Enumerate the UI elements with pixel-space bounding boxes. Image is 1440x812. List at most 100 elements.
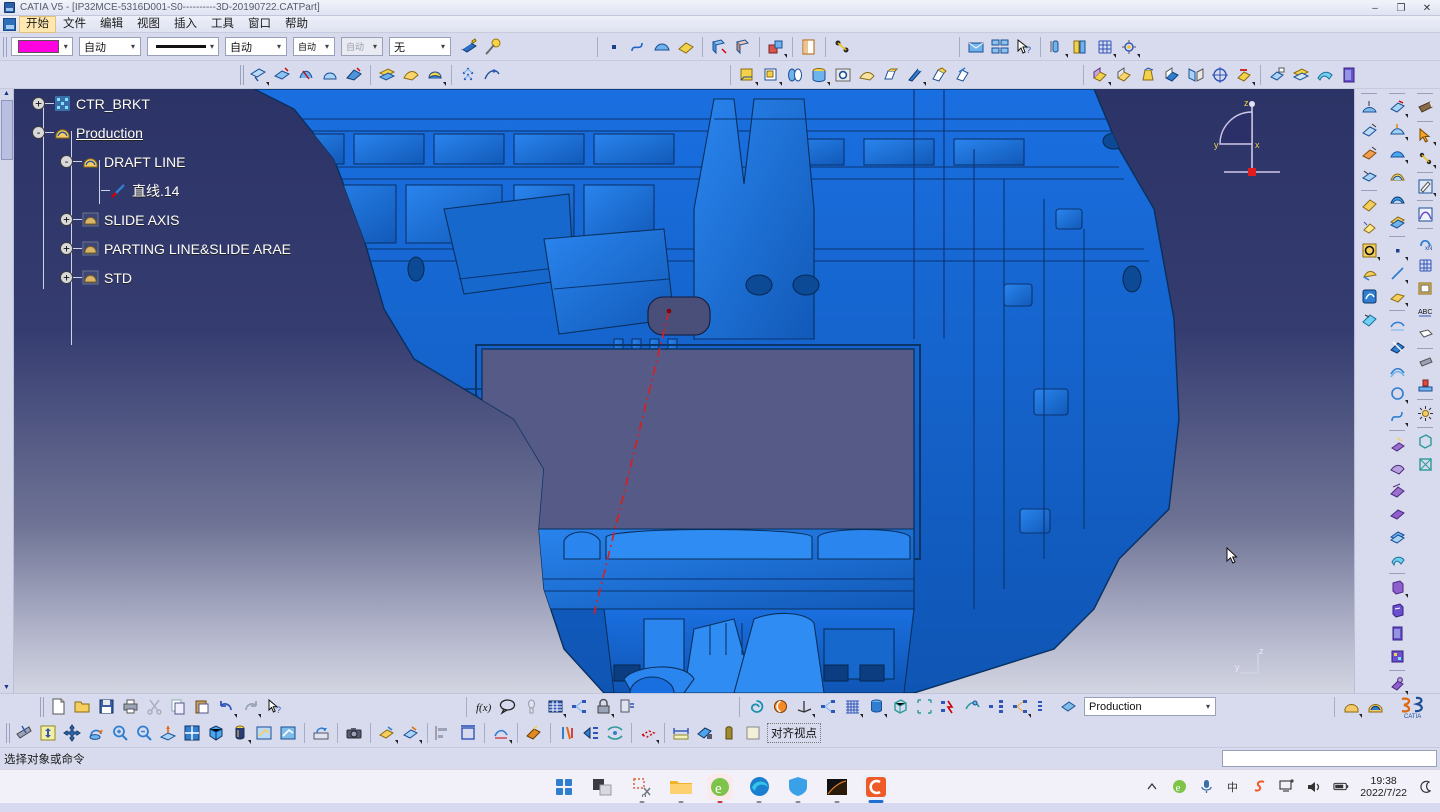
tree-item-draft-line[interactable]: - DRAFT LINE <box>60 147 291 176</box>
smooth-curve-icon[interactable] <box>423 63 447 87</box>
grid-3-icon[interactable] <box>840 695 864 719</box>
point-symbol-combo[interactable]: 自动 ▾ <box>293 37 335 56</box>
point-icon[interactable] <box>1385 239 1409 262</box>
knowledge-inspector-icon[interactable] <box>567 695 591 719</box>
grid-2-icon[interactable] <box>1413 254 1437 277</box>
paint-layers-icon[interactable] <box>457 35 481 59</box>
sketch-analysis-icon[interactable] <box>489 721 513 745</box>
toolbar-grip[interactable] <box>6 723 10 743</box>
sweep-icon[interactable] <box>1385 96 1409 119</box>
iso-view-2-icon[interactable] <box>204 721 228 745</box>
view-mode-icon[interactable] <box>1069 35 1093 59</box>
menu-item-edit[interactable]: 编辑 <box>93 16 130 33</box>
intersection-icon[interactable] <box>1385 336 1409 359</box>
sketch-icon[interactable] <box>707 35 731 59</box>
layer-combo[interactable]: 无 ▾ <box>389 37 451 56</box>
fill-icon[interactable] <box>1357 216 1381 239</box>
apply-material-4-icon[interactable] <box>375 721 399 745</box>
menu-item-tools[interactable]: 工具 <box>204 16 241 33</box>
3d-viewport[interactable]: + CTR_BRKT - Production - DRAFT LINE 直线.… <box>14 89 1354 693</box>
expander-icon[interactable]: + <box>60 271 73 284</box>
catalog-icon[interactable] <box>797 35 821 59</box>
apply-material-icon[interactable] <box>830 35 854 59</box>
taskbar-clock[interactable]: 19:38 2022/7/22 <box>1360 775 1407 799</box>
draft-direction-icon[interactable] <box>1357 262 1381 285</box>
compass[interactable]: z y x <box>1210 94 1288 194</box>
measure-item-icon[interactable] <box>764 35 788 59</box>
tree-item-ctr-brkt[interactable]: + CTR_BRKT <box>32 89 291 118</box>
close-button[interactable]: ✕ <box>1414 0 1440 16</box>
rotate-icon[interactable] <box>84 721 108 745</box>
volume-icon[interactable] <box>1306 779 1322 795</box>
line-icon[interactable] <box>1385 262 1409 285</box>
scroll-up-arrow[interactable]: ▲ <box>1 89 13 99</box>
trim-icon[interactable] <box>294 63 318 87</box>
thickness-icon[interactable] <box>1232 63 1256 87</box>
workbench-icon[interactable] <box>1056 695 1080 719</box>
tree-item-parting-line-slide-area[interactable]: + PARTING LINE&SLIDE ARAE <box>60 234 291 263</box>
formula-icon[interactable]: f(x) <box>471 695 495 719</box>
blend-icon[interactable] <box>1313 63 1337 87</box>
copy-icon[interactable] <box>166 695 190 719</box>
develop-icon[interactable] <box>1357 165 1381 188</box>
pad-2-icon[interactable] <box>1385 576 1409 599</box>
snap-icon[interactable] <box>1117 35 1141 59</box>
open-document-icon[interactable] <box>70 695 94 719</box>
cylinder-icon[interactable] <box>864 695 888 719</box>
snipping-tool-button[interactable] <box>629 774 655 803</box>
tree-item-std[interactable]: + STD <box>60 263 291 292</box>
kinematics-icon[interactable] <box>1385 673 1409 696</box>
shaft-icon[interactable] <box>783 63 807 87</box>
wireframe-axis-icon[interactable]: xN <box>1413 231 1437 254</box>
maximize-button[interactable]: ❐ <box>1388 0 1414 16</box>
view-section-icon[interactable] <box>1413 453 1437 476</box>
tree-item-slide-axis[interactable]: + SLIDE AXIS <box>60 205 291 234</box>
linetype-combo[interactable]: ▾ <box>147 37 219 56</box>
sketch-tracer-icon[interactable] <box>1413 175 1437 198</box>
battery-icon[interactable] <box>1333 779 1349 795</box>
tree-vertical-scrollbar[interactable]: ▲ ▼ <box>0 89 14 693</box>
microphone-icon[interactable] <box>1198 779 1214 795</box>
menu-item-insert[interactable]: 插入 <box>167 16 204 33</box>
chamfer-icon[interactable] <box>1112 63 1136 87</box>
text-annotation-icon[interactable]: ABC <box>1413 300 1437 323</box>
ime-chinese-icon[interactable]: 中 <box>1225 779 1241 795</box>
paste-special-icon[interactable] <box>1413 351 1437 374</box>
adaptive-sweep-icon[interactable] <box>1385 119 1409 142</box>
iso-view-icon[interactable] <box>1413 430 1437 453</box>
toolbar-grip[interactable] <box>3 36 7 57</box>
hierarchy-icon[interactable] <box>984 695 1008 719</box>
specification-tree[interactable]: + CTR_BRKT - Production - DRAFT LINE 直线.… <box>22 89 291 345</box>
blend-surface-icon[interactable] <box>1385 188 1409 211</box>
tree-item-production[interactable]: - Production <box>32 118 291 147</box>
axis-system-icon[interactable] <box>480 63 504 87</box>
multi-view-icon[interactable] <box>180 721 204 745</box>
curvature-comb-icon[interactable] <box>1413 203 1437 226</box>
groove-icon[interactable] <box>807 63 831 87</box>
shell-icon[interactable] <box>1160 63 1184 87</box>
spline-tool-icon[interactable] <box>626 35 650 59</box>
pan-icon[interactable] <box>60 721 84 745</box>
create-ordered-geoset-icon[interactable] <box>1363 695 1387 719</box>
normal-view-2-icon[interactable] <box>156 721 180 745</box>
task-view-button[interactable] <box>590 774 616 800</box>
draft-analysis-2-icon[interactable] <box>522 721 546 745</box>
align-left-icon[interactable] <box>432 721 456 745</box>
paste-icon[interactable] <box>190 695 214 719</box>
design-table-icon[interactable] <box>543 695 567 719</box>
stamp-icon[interactable] <box>1413 374 1437 397</box>
menu-item-window[interactable]: 窗口 <box>241 16 278 33</box>
start-button[interactable] <box>551 774 577 800</box>
transparency-combo[interactable]: 自动 ▾ <box>79 37 141 56</box>
update-icon[interactable] <box>936 695 960 719</box>
file-explorer-button[interactable] <box>668 774 694 803</box>
pattern-icon[interactable] <box>1208 63 1232 87</box>
lock-icon[interactable] <box>591 695 615 719</box>
scrollbar-thumb[interactable] <box>0 100 13 160</box>
open-window-icon[interactable] <box>964 35 988 59</box>
positioned-sketch-icon[interactable] <box>731 35 755 59</box>
normal-view-icon[interactable] <box>1045 35 1069 59</box>
measure-inertia-icon[interactable] <box>717 721 741 745</box>
boundary-icon[interactable] <box>1357 239 1381 262</box>
tree-item-line-14[interactable]: 直线.14 <box>88 176 291 205</box>
